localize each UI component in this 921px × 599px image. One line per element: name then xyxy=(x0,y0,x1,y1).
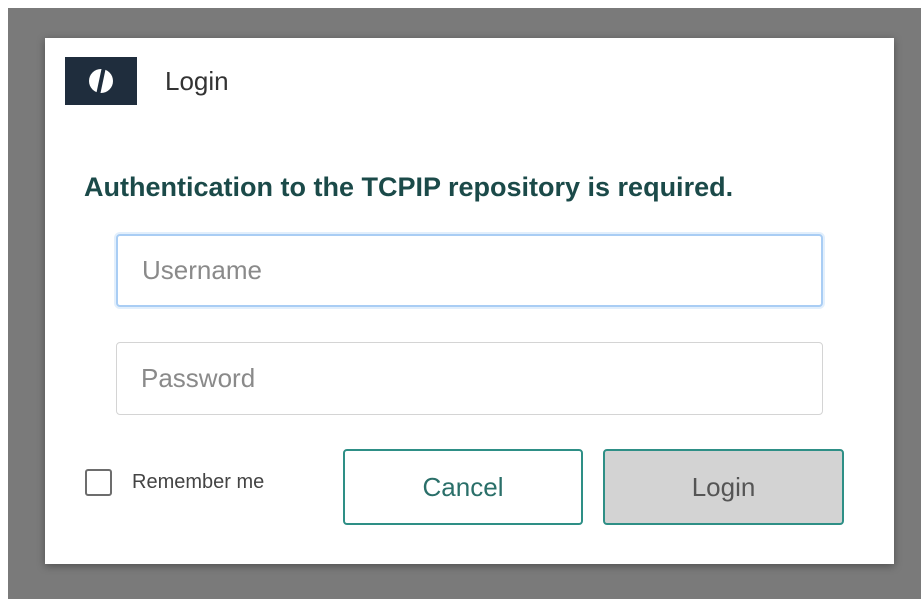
login-button[interactable]: Login xyxy=(603,449,844,525)
password-input[interactable] xyxy=(116,342,823,415)
remember-me-label: Remember me xyxy=(132,471,265,493)
dialog-title: Login xyxy=(165,65,229,96)
cancel-button[interactable]: Cancel xyxy=(343,449,583,525)
dialog-header: Login xyxy=(65,57,229,105)
logo-icon xyxy=(65,57,137,105)
username-input[interactable] xyxy=(116,234,823,307)
login-dialog: Login Authentication to the TCPIP reposi… xyxy=(45,38,894,564)
auth-message: Authentication to the TCPIP repository i… xyxy=(84,172,734,202)
remember-me[interactable]: Remember me xyxy=(85,469,264,496)
remember-me-checkbox[interactable] xyxy=(85,469,112,496)
